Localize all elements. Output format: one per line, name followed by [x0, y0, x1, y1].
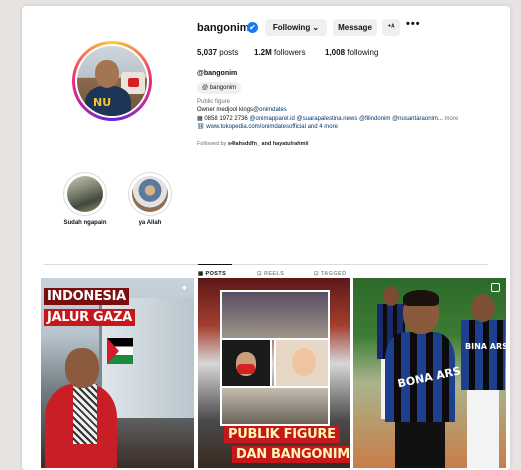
threads-badge[interactable]: @ bangonim: [197, 82, 242, 94]
reels-icon: ⊡: [257, 271, 263, 277]
more-options-icon[interactable]: •••: [406, 18, 421, 30]
profile-username: bangonim: [197, 22, 250, 34]
story-highlight[interactable]: Sudah ngapain: [62, 172, 108, 226]
posts-count-stat[interactable]: 5,037 posts: [197, 48, 238, 57]
collage-photo: [220, 386, 330, 426]
tab-posts[interactable]: ▦ POSTS: [198, 271, 226, 277]
play-button-icon: [128, 78, 139, 87]
tab-reels[interactable]: ⊡ REELS: [257, 271, 284, 277]
grid-icon: ▦: [198, 271, 204, 277]
profile-avatar[interactable]: NU: [72, 41, 152, 121]
collage-photo: [274, 338, 330, 388]
followers-count-stat[interactable]: 1.2M followers: [254, 48, 306, 57]
bio-line-1: Owner medjool kings@onimdates: [197, 107, 287, 113]
bio-line-3: ⛓ www.tokopedia.com/onimdatesofficial an…: [197, 123, 338, 130]
jersey-text: BINA ARSA: [465, 342, 506, 351]
profile-handle: @bangonim: [197, 70, 238, 77]
post-caption-line: DAN BANGONIM: [232, 446, 350, 463]
followed-by-text[interactable]: Followed by s4lahsddfn_ and hayatulrahmi…: [197, 141, 309, 147]
threads-icon: @: [202, 85, 209, 91]
story-highlight[interactable]: ya Allah: [127, 172, 173, 226]
post-caption-line: PUBLIK FIGURE: [224, 426, 340, 443]
pinned-post-icon: ✦: [180, 284, 188, 294]
bio-mentions-links[interactable]: @onimapparel.id @suarapalestina.news @fi…: [249, 116, 442, 122]
verified-badge-icon: ✔: [247, 22, 258, 33]
following-count-stat[interactable]: 1,008 following: [325, 48, 378, 57]
suggested-users-icon[interactable]: ⁺ᴬ: [382, 19, 400, 36]
post-thumbnail[interactable]: INDONESIA JALUR GAZA ✦: [41, 278, 194, 468]
highlight-cover: [67, 176, 103, 212]
link-icon: ⛓: [197, 124, 205, 130]
grid-icon: ▦: [197, 116, 203, 122]
post-caption-line: INDONESIA: [44, 288, 129, 305]
bio-more-link[interactable]: more: [445, 116, 459, 122]
message-button[interactable]: Message: [333, 19, 377, 36]
avatar-photo: NU: [77, 46, 147, 116]
bio-line-2: ▦ 0858 1972 2736 @onimapparel.id @suarap…: [197, 116, 459, 122]
highlight-cover: [132, 176, 168, 212]
threads-label: bangonim: [209, 85, 237, 91]
following-button[interactable]: Following ⌄: [265, 19, 327, 36]
bio-mention-link[interactable]: @onimdates: [253, 107, 287, 113]
reels-icon: [491, 283, 500, 292]
highlight-label: Sudah ngapain: [63, 220, 107, 226]
collage-photo: [220, 338, 272, 388]
tab-tagged[interactable]: ⊡ TAGGED: [314, 271, 346, 277]
active-tab-indicator: [198, 264, 232, 265]
post-thumbnail[interactable]: PUBLIK FIGURE DAN BANGONIM: [198, 278, 350, 468]
post-caption-line: JALUR GAZA: [44, 309, 136, 326]
bio-website-link[interactable]: www.tokopedia.com/onimdatesofficial and …: [206, 124, 338, 130]
profile-category: Public figure: [197, 99, 231, 105]
highlight-label: ya Allah: [138, 220, 162, 226]
post-thumbnail[interactable]: BONA ARSA BINA ARSA: [353, 278, 506, 468]
tagged-icon: ⊡: [314, 271, 320, 277]
collage-photo: [220, 290, 330, 340]
tabs-divider: [44, 264, 488, 265]
